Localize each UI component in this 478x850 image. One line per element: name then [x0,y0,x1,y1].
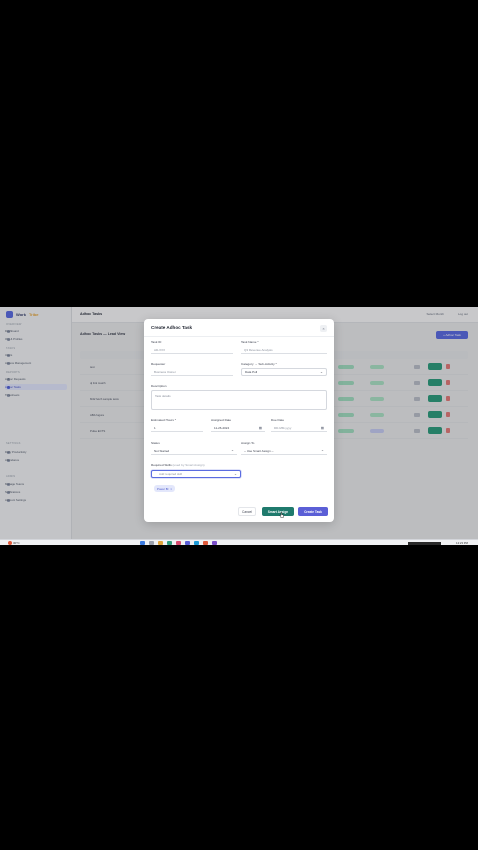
calendar-icon[interactable]: ▦ [259,426,262,430]
required-skills-label: Required Skills (used by Smart Assign) [151,463,205,467]
task-name-label: Task Name * [241,340,259,344]
weather-widget[interactable]: 30°C [8,541,20,545]
assigned-date-input[interactable]: 11-26-2024 ▦ [211,424,265,432]
chevron-down-icon: ⌄ [319,370,323,374]
required-skills-select[interactable]: Add required skill ⌄ [151,470,241,478]
task-id-field: AD-XXX [151,346,233,354]
system-tray[interactable] [408,541,441,545]
chevron-down-icon: ⌄ [230,448,234,452]
requester-label: Requester [151,362,166,366]
chrome-icon[interactable] [203,541,208,545]
due-date-input[interactable]: DD-MM-yyyy ▦ [271,424,327,432]
due-date-label: Due Date [271,418,285,422]
close-icon[interactable]: × [320,325,327,332]
chevron-down-icon: ⌄ [233,472,237,476]
folder-icon[interactable] [158,541,163,545]
estimated-hours-input[interactable]: 1 [151,424,203,432]
category-label: Category → Sub-Activity * [241,362,277,366]
modal-title: Create Adhoc Task [151,325,193,330]
chevron-down-icon: ⌄ [320,448,324,452]
edge-icon[interactable] [167,541,172,545]
create-adhoc-task-modal: Create Adhoc Task × Task ID AD-XXX Task … [144,319,334,522]
outlook-icon[interactable] [194,541,199,545]
screen: Work Tribe Overview Dashboard Org & Prof… [0,307,478,545]
smart-assign-button[interactable]: Smart Assign [262,507,294,516]
teams-icon[interactable] [185,541,190,545]
status-select[interactable]: Not Started ⌄ [151,447,237,455]
requester-input[interactable]: Business Owner [151,368,233,376]
skill-tag-power-bi[interactable]: Power BI × [154,485,175,492]
hand-cursor-icon [279,512,284,518]
description-label: Description [151,384,167,388]
task-id-label: Task ID [151,340,162,344]
weather-icon [8,541,12,545]
assign-to-label: Assign To [241,441,255,445]
assign-to-select[interactable]: -- Use Smart Assign -- ⌄ [241,447,327,455]
windows-icon[interactable] [140,541,145,545]
clock[interactable]: 12:23 PM [456,541,468,545]
app-icon[interactable] [176,541,181,545]
category-select[interactable]: Data Pull ⌄ [241,368,327,376]
create-task-button[interactable]: Create Task [298,507,328,516]
calendar-icon[interactable]: ▦ [321,426,324,430]
modal-divider [144,336,334,337]
status-label: Status [151,441,160,445]
estimated-hours-label: Estimated Hours * [151,418,176,422]
assigned-date-label: Assigned Date [211,418,232,422]
remove-tag-icon[interactable]: × [170,487,172,491]
cancel-button[interactable]: Cancel [238,507,256,516]
taskbar-apps [140,541,217,545]
task-name-input[interactable]: Q3 Revenue Analysis [241,346,327,354]
os-taskbar: 30°C 12:23 PM [0,539,478,545]
description-textarea[interactable]: Task details [151,390,327,410]
vscode-icon[interactable] [212,541,217,545]
search-icon[interactable] [149,541,154,545]
